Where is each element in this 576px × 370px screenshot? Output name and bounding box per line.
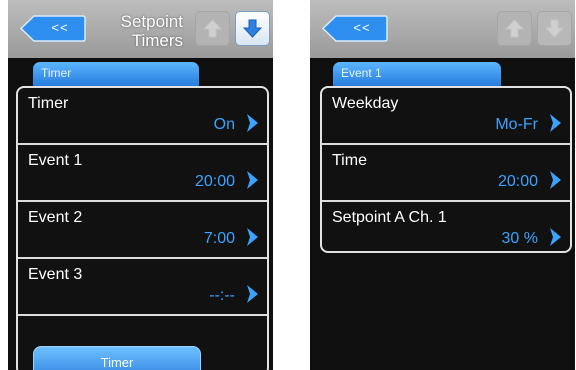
page-title-line2: Timers <box>131 31 183 50</box>
list-item-value: 7:00 <box>203 230 235 247</box>
list-item-setpoint[interactable]: Setpoint A Ch. 1 30 % <box>322 202 570 251</box>
back-button[interactable]: << <box>20 15 86 42</box>
list-item-label: Setpoint A Ch. 1 <box>332 209 447 226</box>
list-item-value: 20:00 <box>497 173 538 190</box>
page-title: Setpoint Timers <box>108 12 183 50</box>
list-item-label: Event 2 <box>28 209 83 226</box>
chevron-right-icon <box>247 114 258 132</box>
header: << <box>310 0 575 58</box>
chevron-right-icon <box>247 228 258 246</box>
up-arrow-icon <box>202 19 223 38</box>
timer-list: Timer On Event 1 20:00 Event 2 7:00 Even… <box>16 86 269 370</box>
scroll-down-button[interactable] <box>235 11 270 46</box>
list-item-event-2[interactable]: Event 2 7:00 <box>18 202 267 259</box>
page-title-line1: Setpoint <box>120 12 183 31</box>
list-item-label: Timer <box>28 95 69 112</box>
list-item-timer[interactable]: Timer On <box>18 88 267 145</box>
list-item-value: 30 % <box>501 230 538 247</box>
down-arrow-icon <box>242 19 263 38</box>
list-item-event-1[interactable]: Event 1 20:00 <box>18 145 267 202</box>
list-item-time[interactable]: Time 20:00 <box>322 145 570 202</box>
list-item-weekday[interactable]: Weekday Mo-Fr <box>322 88 570 145</box>
list-item-value: Mo-Fr <box>495 116 538 133</box>
list-item-label: Event 1 <box>28 152 83 169</box>
down-arrow-icon <box>544 19 565 38</box>
scroll-up-button[interactable] <box>195 11 230 46</box>
list-item-label: Weekday <box>332 95 399 112</box>
chevron-right-icon <box>247 285 258 303</box>
back-icon: << <box>51 20 69 35</box>
list-item-value: 20:00 <box>194 173 235 190</box>
tab-label: Event 1 <box>341 66 382 80</box>
chevron-right-icon <box>550 228 561 246</box>
up-arrow-icon <box>504 19 525 38</box>
event-list: Weekday Mo-Fr Time 20:00 Setpoint A Ch. … <box>320 86 572 253</box>
timer-button[interactable]: Timer <box>33 346 201 370</box>
screen-event-1: << Event 1 Weekday Mo-Fr Time 20:00 Setp… <box>310 0 575 370</box>
scroll-down-button[interactable] <box>537 11 572 46</box>
header: << Setpoint Timers <box>8 0 273 58</box>
chevron-right-icon <box>247 171 258 189</box>
back-button[interactable]: << <box>322 15 388 42</box>
list-item-label: Time <box>332 152 367 169</box>
list-item-value: On <box>213 116 235 133</box>
timer-button-label: Timer <box>100 355 134 370</box>
tab-label: Timer <box>41 66 72 80</box>
list-item-event-3[interactable]: Event 3 --:-- <box>18 259 267 316</box>
list-item-label: Event 3 <box>28 266 83 283</box>
back-icon: << <box>353 20 371 35</box>
screen-setpoint-timers: << Setpoint Timers Timer Timer On Event … <box>8 0 273 370</box>
chevron-right-icon <box>550 114 561 132</box>
chevron-right-icon <box>550 171 561 189</box>
scroll-up-button[interactable] <box>497 11 532 46</box>
list-item-value: --:-- <box>209 287 235 304</box>
